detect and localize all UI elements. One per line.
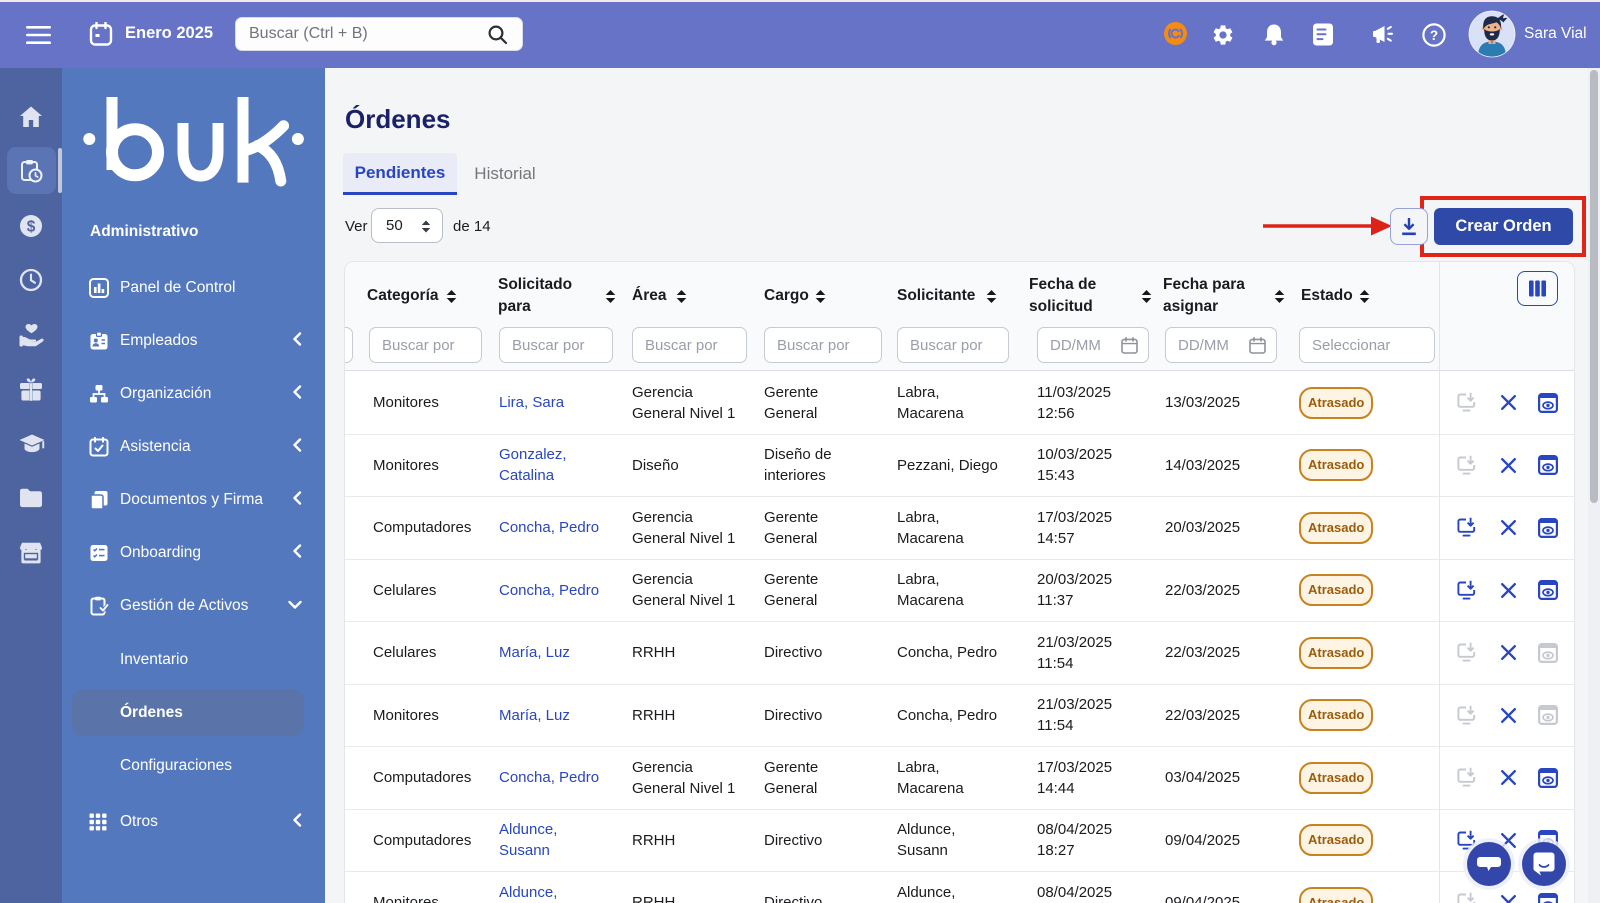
svg-text:?: ?	[1430, 28, 1438, 43]
svg-text:$: $	[27, 219, 36, 236]
